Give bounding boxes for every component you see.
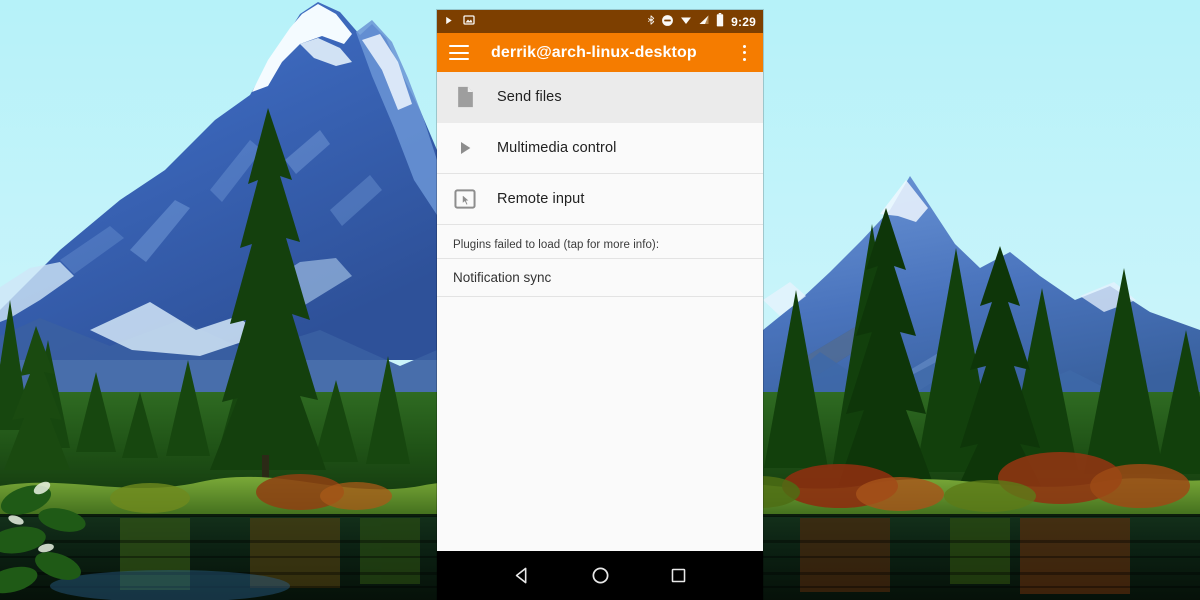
hamburger-menu-icon[interactable] (449, 45, 469, 60)
back-button[interactable] (509, 563, 535, 589)
plugin-label: Multimedia control (497, 140, 617, 156)
failed-plugin-label: Notification sync (453, 270, 552, 285)
plugin-label: Send files (497, 89, 562, 105)
failed-plugins-header: Plugins failed to load (tap for more inf… (437, 225, 763, 259)
battery-icon (716, 13, 724, 30)
more-vertical-icon[interactable] (735, 44, 753, 62)
touchpad-icon (453, 187, 477, 211)
file-document-icon (453, 85, 477, 109)
status-bar: 9:29 (437, 10, 763, 33)
signal-icon (698, 14, 711, 29)
empty-list-space (437, 297, 763, 551)
play-triangle-icon (453, 136, 477, 160)
play-icon (443, 15, 454, 29)
plugin-item-send-files[interactable]: Send files (437, 72, 763, 123)
do-not-disturb-icon (661, 14, 674, 30)
status-bar-clock: 9:29 (731, 14, 756, 29)
image-icon (463, 14, 475, 29)
plugin-label: Remote input (497, 191, 585, 207)
failed-plugin-item-notification-sync[interactable]: Notification sync (437, 259, 763, 297)
page-title: derrik@arch-linux-desktop (491, 43, 697, 61)
wifi-icon (679, 14, 693, 29)
app-bar: derrik@arch-linux-desktop (437, 33, 763, 72)
plugin-item-multimedia-control[interactable]: Multimedia control (437, 123, 763, 174)
plugin-item-remote-input[interactable]: Remote input (437, 174, 763, 225)
status-bar-right-icons: 9:29 (646, 13, 756, 30)
phone-screenshot-panel: 9:29 derrik@arch-linux-desktop Send file… (437, 10, 763, 600)
android-navigation-bar (437, 551, 763, 600)
recents-button[interactable] (665, 563, 691, 589)
bluetooth-icon (646, 13, 656, 30)
status-bar-left-icons (443, 14, 475, 29)
plugin-list: Send files Multimedia control Remote inp… (437, 72, 763, 551)
home-button[interactable] (587, 563, 613, 589)
